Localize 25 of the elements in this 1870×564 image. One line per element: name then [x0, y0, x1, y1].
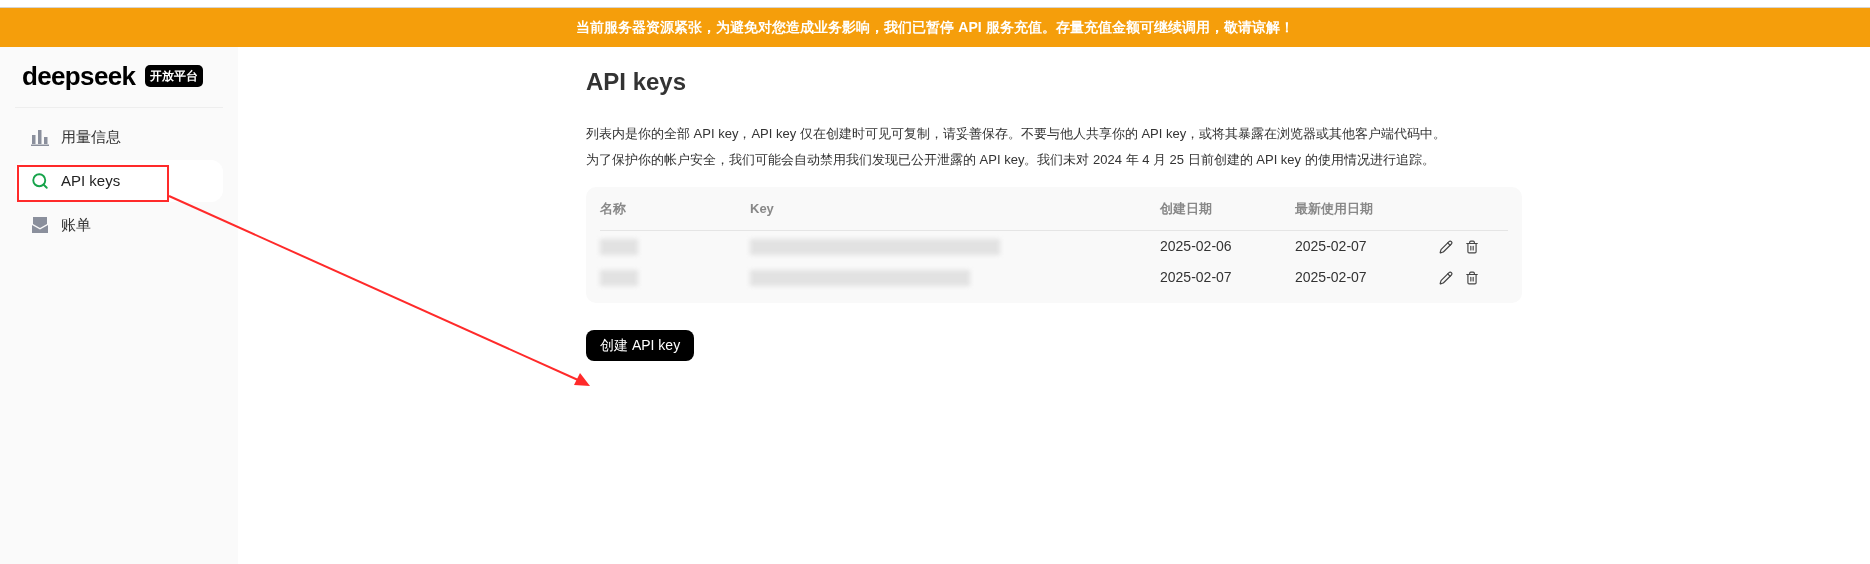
description-text: 为了保护你的帐户安全，我们可能会自动禁用我们发现已公开泄露的 API key。我们未对 2024 年 4 月 25 日前创建的 API key 的使用情况进行追踪。 — [586, 151, 1436, 169]
search-icon — [31, 172, 49, 190]
logo[interactable]: deepseek — [22, 63, 136, 89]
table-cell: 2025-02-07 — [1160, 269, 1232, 285]
table-cell: 2025-02-07 — [1295, 269, 1367, 285]
delete-icon[interactable] — [1465, 270, 1479, 285]
banner-text: 当前服务器资源紧张，为避免对您造成业务影响，我们已暂停 API 服务充值。存量充值金额可继续调用，敬请谅解！ — [576, 18, 1294, 37]
table-cell: 2025-02-06 — [1160, 238, 1232, 254]
sidebar-item[interactable]: API keys — [15, 160, 223, 202]
edit-icon[interactable] — [1439, 270, 1453, 285]
column-header: 名称 — [600, 200, 626, 216]
description-text: 列表内是你的全部 API key，API key 仅在创建时可见可复制，请妥善保存。不要与他人共享你的 API key，或将其暴露在浏览器或其他客户端代码中。 — [586, 125, 1448, 143]
delete-icon[interactable] — [1465, 239, 1479, 254]
table-cell: 2025-02-07 — [1295, 238, 1367, 254]
inbox-icon — [31, 216, 49, 234]
bar-chart-icon — [31, 128, 49, 146]
platform-badge: 开放平台 — [145, 65, 204, 87]
create-key-button[interactable]: 创建 API key — [586, 330, 695, 361]
column-header: 创建日期 — [1160, 200, 1212, 216]
column-header: Key — [750, 200, 774, 216]
column-header: 最新使用日期 — [1295, 200, 1373, 216]
edit-icon[interactable] — [1439, 239, 1453, 254]
sidebar-item[interactable]: 账单 — [15, 204, 223, 246]
page-title: API keys — [586, 67, 688, 97]
sidebar-item[interactable]: 用量信息 — [15, 116, 223, 158]
